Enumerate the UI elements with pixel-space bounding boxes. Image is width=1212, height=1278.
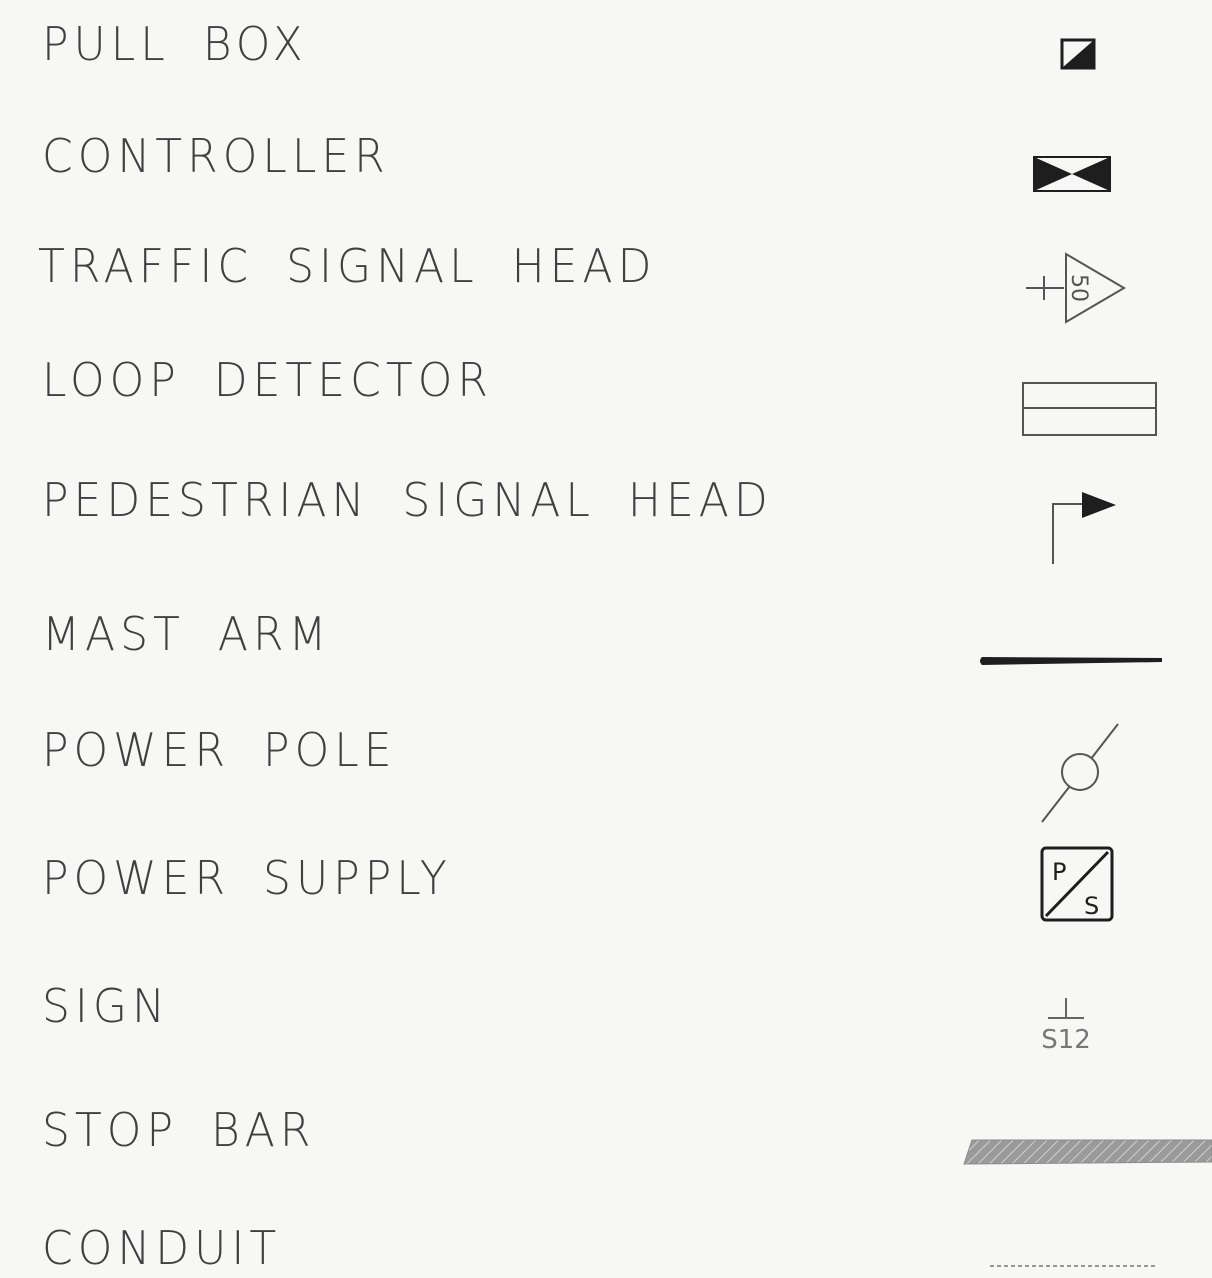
traffic-signal-head-icon: 50 (1026, 252, 1126, 324)
power-supply-letter-p: P (1052, 858, 1066, 886)
power-pole-icon (1041, 723, 1119, 823)
pull-box-icon (1060, 38, 1096, 70)
symbol-legend: PULL BOX CONTROLLER TRAFFIC SIGNAL HEAD … (0, 0, 1212, 1278)
sign-icon: S12 (1041, 998, 1091, 1055)
label-pull-box: PULL BOX (42, 17, 308, 72)
label-power-supply: POWER SUPPLY (42, 851, 452, 906)
label-power-pole: POWER POLE (42, 723, 397, 778)
label-loop-detector: LOOP DETECTOR (42, 353, 493, 408)
controller-icon (1033, 156, 1111, 192)
pedestrian-signal-head-icon (1052, 492, 1116, 564)
label-conduit: CONDUIT (42, 1221, 282, 1276)
label-mast-arm: MAST ARM (42, 607, 332, 662)
power-supply-letter-s: S (1084, 892, 1099, 920)
label-sign: SIGN (42, 979, 170, 1034)
label-controller: CONTROLLER (42, 129, 390, 184)
stop-bar-icon (963, 1139, 1212, 1165)
loop-detector-icon (1022, 382, 1157, 436)
label-stop-bar: STOP BAR (42, 1103, 316, 1158)
sign-number: S12 (1041, 1025, 1091, 1055)
label-traffic-signal-head: TRAFFIC SIGNAL HEAD (38, 239, 657, 294)
power-supply-icon: P S (1040, 846, 1114, 922)
conduit-icon (990, 1265, 1156, 1267)
traffic-signal-head-number: 50 (1066, 274, 1091, 302)
label-pedestrian-signal-head: PEDESTRIAN SIGNAL HEAD (42, 473, 773, 528)
mast-arm-icon (980, 657, 1162, 665)
